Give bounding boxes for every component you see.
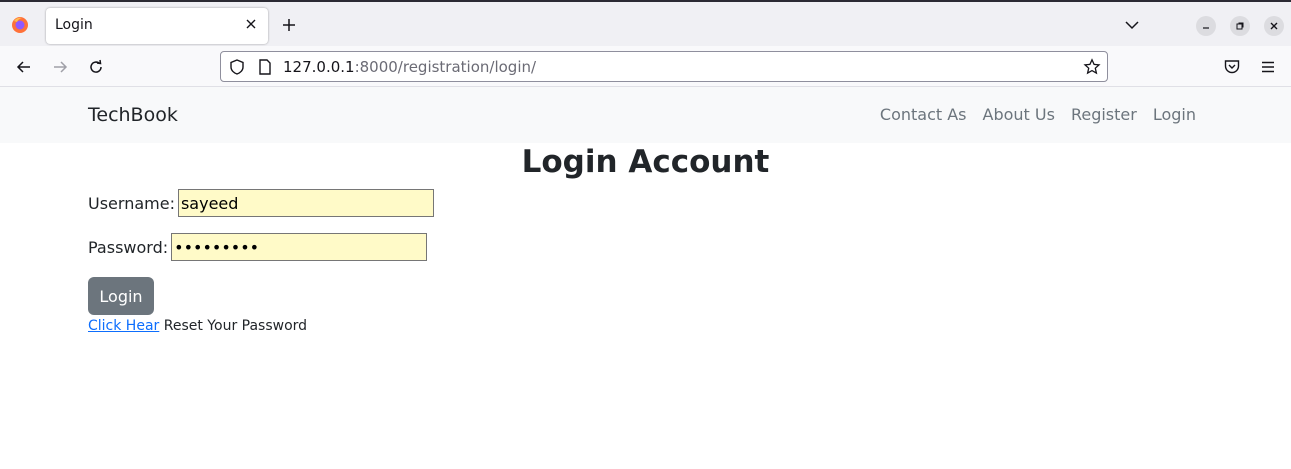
nav-link-contact[interactable]: Contact As bbox=[880, 105, 967, 124]
reset-password-line: Click Hear Reset Your Password bbox=[88, 318, 307, 334]
brand-logo[interactable]: TechBook bbox=[88, 104, 178, 126]
reload-icon[interactable] bbox=[87, 58, 105, 76]
username-label: Username: bbox=[88, 193, 175, 213]
menu-icon[interactable] bbox=[1259, 58, 1277, 76]
url-path: :8000/registration/login/ bbox=[354, 58, 537, 76]
password-row: Password: bbox=[88, 233, 428, 261]
restore-button[interactable] bbox=[1230, 16, 1250, 36]
nav-link-login[interactable]: Login bbox=[1153, 105, 1196, 124]
reset-password-link[interactable]: Click Hear bbox=[88, 318, 159, 334]
url-host: 127.0.0.1 bbox=[283, 58, 355, 76]
star-icon[interactable] bbox=[1083, 58, 1101, 76]
back-icon[interactable] bbox=[15, 58, 33, 76]
page-title: Login Account bbox=[521, 144, 770, 180]
minimize-button[interactable] bbox=[1196, 16, 1216, 36]
site-navbar: TechBook Contact As About Us Register Lo… bbox=[0, 87, 1291, 143]
page-icon[interactable] bbox=[256, 58, 274, 76]
nav-links: Contact As About Us Register Login bbox=[880, 105, 1196, 124]
close-icon[interactable] bbox=[244, 17, 258, 31]
restore-icon bbox=[1236, 22, 1244, 30]
forward-icon[interactable] bbox=[51, 58, 69, 76]
login-button[interactable]: Login bbox=[88, 277, 154, 315]
tab-title: Login bbox=[55, 17, 93, 33]
nav-link-about[interactable]: About Us bbox=[983, 105, 1055, 124]
url-bar[interactable]: 127.0.0.1:8000/registration/login/ bbox=[220, 51, 1108, 82]
close-window-button[interactable] bbox=[1264, 16, 1284, 36]
chevron-down-icon[interactable] bbox=[1124, 17, 1140, 33]
pocket-icon[interactable] bbox=[1223, 58, 1241, 76]
reset-password-text: Reset Your Password bbox=[163, 318, 308, 334]
firefox-icon[interactable] bbox=[11, 16, 29, 34]
tab-login[interactable]: Login bbox=[46, 8, 268, 44]
minimize-icon bbox=[1203, 27, 1209, 29]
url-text: 127.0.0.1:8000/registration/login/ bbox=[283, 58, 536, 76]
shield-icon[interactable] bbox=[228, 58, 246, 76]
password-field[interactable] bbox=[171, 233, 428, 261]
close-icon bbox=[1270, 22, 1278, 30]
password-label: Password: bbox=[88, 237, 169, 257]
username-row: Username: bbox=[88, 189, 434, 217]
browser-toolbar: 127.0.0.1:8000/registration/login/ bbox=[0, 46, 1291, 87]
nav-link-register[interactable]: Register bbox=[1071, 105, 1137, 124]
username-field[interactable] bbox=[177, 189, 434, 217]
browser-tabstrip: Login bbox=[0, 0, 1291, 46]
plus-icon[interactable] bbox=[281, 17, 297, 33]
